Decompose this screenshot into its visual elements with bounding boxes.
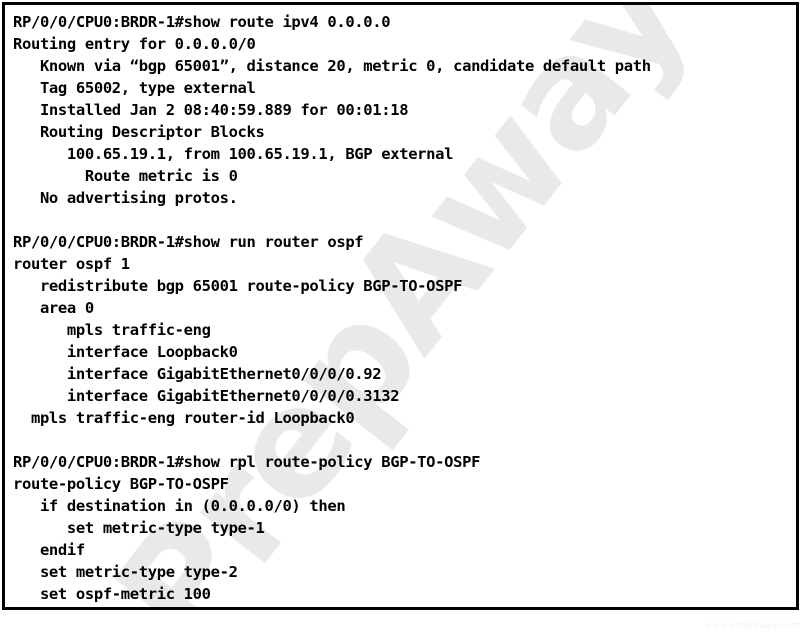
console-line: set metric-type type-1 — [13, 519, 265, 537]
console-output[interactable]: RP/0/0/CPU0:BRDR-1#show route ipv4 0.0.0… — [5, 5, 796, 607]
console-line: interface Loopback0 — [13, 343, 238, 361]
terminal-window: PrepAway RP/0/0/CPU0:BRDR-1#show route i… — [2, 2, 799, 610]
corner-watermark: www.prepaway.com — [703, 621, 801, 631]
console-line: if destination in (0.0.0.0/0) then — [13, 497, 346, 515]
console-line: Routing entry for 0.0.0.0/0 — [13, 35, 256, 53]
console-line: RP/0/0/CPU0:BRDR-1#show run router ospf — [13, 233, 364, 251]
console-line: Route metric is 0 — [13, 167, 238, 185]
screenshot-root: PrepAway RP/0/0/CPU0:BRDR-1#show route i… — [0, 0, 807, 635]
console-line: router ospf 1 — [13, 255, 130, 273]
console-line: Tag 65002, type external — [13, 79, 256, 97]
console-line: redistribute bgp 65001 route-policy BGP-… — [13, 277, 463, 295]
console-line: endif — [13, 541, 85, 559]
console-line: RP/0/0/CPU0:BRDR-1#show route ipv4 0.0.0… — [13, 13, 391, 31]
console-line: set ospf-metric 100 — [13, 585, 211, 603]
console-line: Routing Descriptor Blocks — [13, 123, 265, 141]
console-line: mpls traffic-eng — [13, 321, 211, 339]
console-line: 100.65.19.1, from 100.65.19.1, BGP exter… — [13, 145, 454, 163]
console-line: interface GigabitEthernet0/0/0/0.3132 — [13, 387, 400, 405]
console-line: end-policy — [13, 605, 796, 607]
console-line: area 0 — [13, 299, 94, 317]
console-line: interface GigabitEthernet0/0/0/0.92 — [13, 365, 382, 383]
console-line: RP/0/0/CPU0:BRDR-1#show rpl route-policy… — [13, 453, 481, 471]
console-line: mpls traffic-eng router-id Loopback0 — [13, 409, 355, 427]
console-line: route-policy BGP-TO-OSPF — [13, 475, 229, 493]
console-line: set metric-type type-2 — [13, 563, 238, 581]
console-line: Known via “bgp 65001”, distance 20, metr… — [13, 57, 651, 75]
console-line: Installed Jan 2 08:40:59.889 for 00:01:1… — [13, 101, 409, 119]
console-line: No advertising protos. — [13, 189, 238, 207]
